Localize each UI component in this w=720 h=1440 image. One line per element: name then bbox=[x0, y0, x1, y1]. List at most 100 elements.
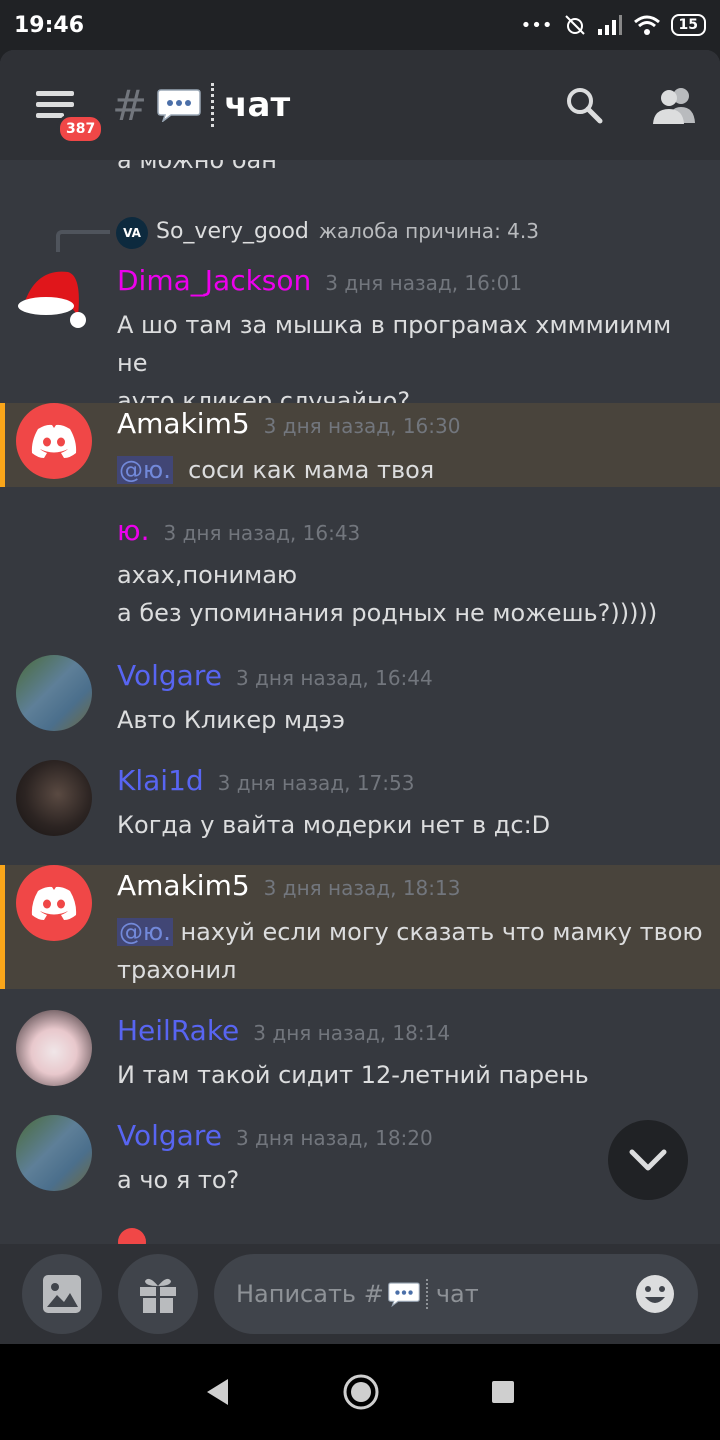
message-header: Dima_Jackson 3 дня назад, 16:01 bbox=[117, 264, 522, 297]
status-bar: 19:46 ••• 15 bbox=[0, 0, 720, 50]
message-header: Amakim5 3 дня назад, 18:13 bbox=[117, 869, 460, 902]
reply-connector bbox=[56, 230, 110, 252]
message-item[interactable]: ю. 3 дня назад, 16:43 ахах,понимаю а без … bbox=[0, 510, 720, 630]
message-line: ахах,понимаю bbox=[117, 561, 298, 589]
message-item[interactable]: Volgare 3 дня назад, 16:44 Авто Кликер мд… bbox=[0, 655, 720, 745]
username[interactable]: ю. bbox=[117, 514, 149, 547]
attach-image-button[interactable] bbox=[22, 1254, 102, 1334]
input-placeholder-prefix: Написать # bbox=[236, 1280, 384, 1308]
message-text: И там такой сидит 12-летний парень bbox=[117, 1056, 707, 1094]
avatar-partial bbox=[118, 1228, 146, 1244]
message-header: Volgare 3 дня назад, 18:20 bbox=[117, 1119, 433, 1152]
avatar[interactable] bbox=[16, 1010, 92, 1086]
message-list[interactable]: а можно бан VA So_very_good жалоба причин… bbox=[0, 160, 720, 1244]
message-header: Volgare 3 дня назад, 16:44 bbox=[117, 659, 433, 692]
message-header: Amakim5 3 дня назад, 16:30 bbox=[117, 407, 460, 440]
channel-separator bbox=[211, 83, 215, 127]
username[interactable]: Klai1d bbox=[117, 764, 204, 797]
gift-button[interactable] bbox=[118, 1254, 198, 1334]
message-line: Авто Кликер мдээ bbox=[117, 706, 345, 734]
recents-square-icon[interactable] bbox=[490, 1379, 516, 1405]
avatar[interactable] bbox=[16, 760, 92, 836]
timestamp: 3 дня назад, 18:14 bbox=[253, 1021, 451, 1045]
timestamp: 3 дня назад, 17:53 bbox=[217, 771, 415, 795]
timestamp: 3 дня назад, 18:20 bbox=[235, 1126, 433, 1150]
message-item[interactable]: VA So_very_good жалоба причина: 4.3 Dima_… bbox=[0, 200, 720, 415]
message-composer: Написать # чат bbox=[0, 1244, 720, 1344]
home-circle-icon[interactable] bbox=[342, 1373, 380, 1411]
message-line: Когда у вайта модерки нет в дс:D bbox=[117, 811, 551, 839]
message-input[interactable]: Написать # чат bbox=[214, 1254, 698, 1334]
username[interactable]: Amakim5 bbox=[117, 869, 250, 902]
avatar[interactable] bbox=[16, 403, 92, 479]
username[interactable]: HeilRake bbox=[117, 1014, 239, 1047]
image-icon bbox=[43, 1275, 81, 1313]
message-item[interactable]: HeilRake 3 дня назад, 18:14 И там такой с… bbox=[0, 1010, 720, 1100]
message-line: соси как мама твоя bbox=[188, 456, 435, 484]
message-line: А шо там за мышка в програмах хмммиимм н… bbox=[117, 311, 672, 377]
gift-icon bbox=[140, 1278, 176, 1313]
message-line: нахуй если могу сказать что мамку твою bbox=[180, 918, 703, 946]
chevron-down-icon bbox=[629, 1149, 667, 1171]
avatar[interactable] bbox=[16, 865, 92, 941]
message-text: @ю. соси как мама твоя bbox=[117, 451, 707, 489]
username[interactable]: Volgare bbox=[117, 1119, 222, 1152]
message-item-highlighted[interactable]: Amakim5 3 дня назад, 18:13 @ю. нахуй если… bbox=[0, 865, 720, 989]
menu-button[interactable]: 387 bbox=[24, 75, 105, 144]
alarm-off-icon bbox=[564, 15, 585, 35]
input-placeholder-channel: чат bbox=[435, 1280, 479, 1308]
cut-message-text: а можно бан bbox=[117, 160, 277, 174]
avatar[interactable] bbox=[16, 1115, 92, 1191]
username[interactable]: Amakim5 bbox=[117, 407, 250, 440]
message-header: ю. 3 дня назад, 16:43 bbox=[117, 514, 360, 547]
message-header: Klai1d 3 дня назад, 17:53 bbox=[117, 764, 414, 797]
status-time: 19:46 bbox=[14, 12, 85, 38]
message-text: ахах,понимаю а без упоминания родных не … bbox=[117, 556, 707, 632]
timestamp: 3 дня назад, 16:01 bbox=[325, 271, 523, 295]
discord-logo-icon bbox=[31, 424, 77, 458]
signal-dots-icon: ••• bbox=[520, 14, 553, 36]
reply-text: жалоба причина: 4.3 bbox=[318, 219, 539, 243]
jump-to-bottom-button[interactable] bbox=[608, 1120, 688, 1200]
back-triangle-icon[interactable] bbox=[204, 1377, 232, 1407]
message-text: @ю. нахуй если могу сказать что мамку тв… bbox=[117, 913, 707, 989]
unread-badge: 387 bbox=[57, 114, 105, 144]
android-nav-bar bbox=[0, 1344, 720, 1440]
message-line: а без упоминания родных не можешь?))))) bbox=[117, 599, 658, 627]
message-line: трахонил bbox=[117, 956, 237, 984]
speech-bubble-emoji-icon bbox=[387, 1282, 420, 1307]
message-item-highlighted[interactable]: Amakim5 3 дня назад, 16:30 @ю. соси как м… bbox=[0, 403, 720, 487]
search-icon[interactable] bbox=[564, 85, 604, 125]
members-icon[interactable] bbox=[652, 85, 696, 125]
message-line: И там такой сидит 12-летний парень bbox=[117, 1061, 589, 1089]
message-item[interactable]: Klai1d 3 дня назад, 17:53 Когда у вайта м… bbox=[0, 760, 720, 850]
santa-hat-icon bbox=[18, 271, 86, 328]
timestamp: 3 дня назад, 16:30 bbox=[263, 414, 461, 438]
emoji-icon[interactable] bbox=[634, 1273, 676, 1315]
battery-indicator: 15 bbox=[670, 14, 706, 36]
timestamp: 3 дня назад, 18:13 bbox=[263, 876, 461, 900]
status-icons: ••• 15 bbox=[521, 13, 706, 37]
message-header: HeilRake 3 дня назад, 18:14 bbox=[117, 1014, 450, 1047]
speech-bubble-emoji-icon bbox=[157, 89, 201, 122]
channel-name: чат bbox=[224, 85, 291, 125]
username[interactable]: Dima_Jackson bbox=[117, 264, 311, 297]
discord-app: 387 # чат а можно бан VA So_very_good жал… bbox=[0, 50, 720, 1344]
wifi-icon bbox=[633, 15, 660, 35]
message-text: Когда у вайта модерки нет в дс:D bbox=[117, 806, 707, 844]
reply-avatar: VA bbox=[116, 217, 148, 249]
timestamp: 3 дня назад, 16:44 bbox=[235, 666, 433, 690]
username[interactable]: Volgare bbox=[117, 659, 222, 692]
discord-logo-icon bbox=[31, 886, 77, 920]
user-mention[interactable]: @ю. bbox=[117, 918, 173, 946]
user-mention[interactable]: @ю. bbox=[117, 456, 173, 484]
avatar[interactable] bbox=[16, 655, 92, 731]
hash-icon: # bbox=[112, 80, 148, 130]
reply-preview[interactable]: So_very_good жалоба причина: 4.3 bbox=[156, 219, 539, 244]
channel-header: 387 # чат bbox=[0, 50, 720, 160]
placeholder-separator bbox=[425, 1279, 428, 1309]
timestamp: 3 дня назад, 16:43 bbox=[163, 521, 361, 545]
reply-username: So_very_good bbox=[156, 219, 309, 244]
avatar[interactable] bbox=[16, 260, 92, 336]
message-text: Авто Кликер мдээ bbox=[117, 701, 707, 739]
